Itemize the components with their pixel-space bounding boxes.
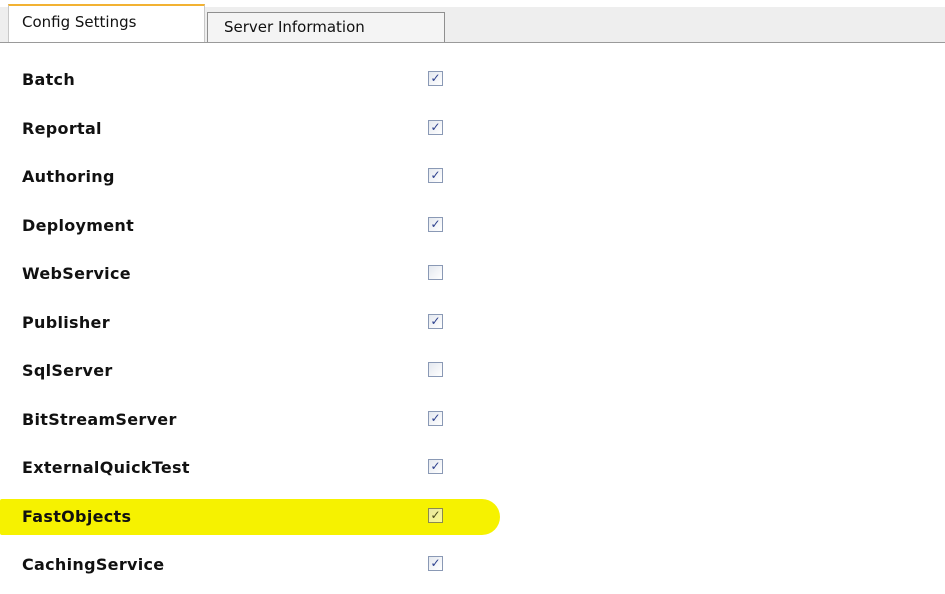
- setting-row-batch: Batch ✓: [0, 60, 945, 109]
- setting-row-fastobjects: FastObjects ✓: [0, 497, 945, 546]
- setting-checkbox-deployment[interactable]: ✓: [428, 216, 443, 232]
- checkmark-icon: ✓: [430, 216, 441, 231]
- setting-label: Authoring: [22, 167, 115, 186]
- setting-label: FastObjects: [22, 506, 132, 526]
- setting-row-webservice: WebService: [0, 254, 945, 303]
- setting-checkbox-webservice[interactable]: [428, 265, 443, 280]
- setting-row-authoring: Authoring ✓: [0, 157, 945, 206]
- setting-checkbox-reportal[interactable]: ✓: [428, 119, 443, 135]
- setting-label: WebService: [22, 264, 131, 283]
- setting-checkbox-publisher[interactable]: ✓: [428, 313, 443, 329]
- setting-row-publisher: Publisher ✓: [0, 303, 945, 352]
- checkmark-icon: ✓: [430, 71, 441, 85]
- setting-label: Deployment: [22, 215, 135, 235]
- setting-checkbox-batch[interactable]: ✓: [428, 71, 443, 86]
- checkmark-icon: ✓: [430, 459, 441, 473]
- setting-label: SqlServer: [22, 361, 113, 380]
- config-settings-list: Batch ✓ Reportal ✓ Authoring ✓ Deploymen…: [0, 60, 945, 594]
- tab-bar: Config Settings Server Information: [0, 0, 945, 43]
- setting-label: ExternalQuickTest: [22, 458, 190, 477]
- setting-checkbox-bitstreamserver[interactable]: ✓: [428, 410, 443, 426]
- setting-label: CachingService: [22, 555, 165, 574]
- checkmark-icon: [429, 266, 442, 279]
- tab-config-settings[interactable]: Config Settings: [8, 4, 205, 42]
- setting-row-reportal: Reportal ✓: [0, 109, 945, 158]
- checkmark-icon: ✓: [430, 556, 441, 570]
- setting-row-bitstreamserver: BitStreamServer ✓: [0, 400, 945, 449]
- setting-checkbox-authoring[interactable]: ✓: [428, 168, 443, 183]
- setting-checkbox-externalquicktest[interactable]: ✓: [428, 459, 443, 474]
- setting-row-sqlserver: SqlServer: [0, 351, 945, 400]
- setting-row-deployment: Deployment ✓: [0, 206, 945, 255]
- checkmark-icon: [429, 363, 442, 376]
- checkmark-icon: ✓: [430, 119, 441, 134]
- checkmark-icon: ✓: [430, 410, 441, 425]
- checkmark-icon: ✓: [430, 507, 441, 522]
- setting-label: Reportal: [22, 118, 102, 138]
- setting-row-externalquicktest: ExternalQuickTest ✓: [0, 448, 945, 497]
- setting-label: Batch: [22, 70, 76, 89]
- tab-server-information[interactable]: Server Information: [207, 12, 445, 42]
- setting-checkbox-cachingservice[interactable]: ✓: [428, 556, 443, 571]
- setting-label: BitStreamServer: [22, 409, 177, 429]
- setting-row-cachingservice: CachingService ✓: [0, 545, 945, 594]
- checkmark-icon: ✓: [430, 168, 441, 182]
- setting-checkbox-fastobjects[interactable]: ✓: [428, 507, 443, 523]
- checkmark-icon: ✓: [430, 313, 441, 328]
- setting-checkbox-sqlserver[interactable]: [428, 362, 443, 377]
- setting-label: Publisher: [22, 312, 110, 332]
